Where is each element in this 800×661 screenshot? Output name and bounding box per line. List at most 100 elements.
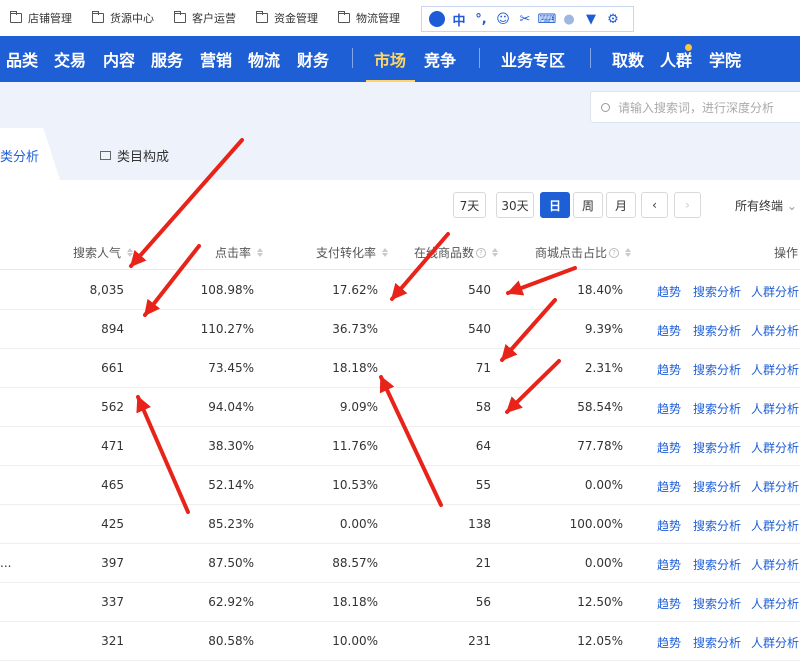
tab-category-analysis[interactable]: 类分析 [0, 146, 39, 165]
search-analysis-link[interactable]: 搜索分析 [693, 634, 741, 651]
search-analysis-link[interactable]: 搜索分析 [693, 322, 741, 339]
ime-punct-toggle[interactable]: °, [470, 9, 492, 29]
crowd-analysis-link[interactable]: 人群分析 [751, 517, 799, 534]
cell-online-products: 56 [475, 595, 491, 609]
cell-ctr: 108.98% [200, 283, 254, 297]
range-month-button[interactable]: 月 [606, 192, 636, 218]
gear-icon[interactable]: ⚙ [602, 9, 624, 29]
prev-period-button[interactable]: ‹ [641, 192, 668, 218]
nav-item-competition[interactable]: 竞争 [424, 47, 456, 71]
sort-icon[interactable] [492, 248, 499, 257]
trend-link[interactable]: 趋势 [657, 439, 681, 456]
top-bar: 店铺管理 货源中心 客户运营 资金管理 物流管理 中 °, ☺ ✂ ⌨ ● ▼ … [0, 0, 800, 36]
nav-item-academy[interactable]: 学院 [709, 47, 741, 71]
nav-item-content[interactable]: 内容 [103, 47, 135, 71]
nav-item-finance[interactable]: 财务 [297, 47, 329, 71]
nav-item-logistics[interactable]: 物流 [248, 47, 280, 71]
range-30-days-button[interactable]: 30天 [496, 192, 534, 218]
cell-ctr: 52.14% [208, 478, 254, 492]
col-conversion[interactable]: 支付转化率 [316, 244, 389, 261]
table-row: 465 52.14% 10.53% 55 0.00% 趋势 搜索分析 人群分析 [0, 466, 800, 505]
crowd-analysis-link[interactable]: 人群分析 [751, 322, 799, 339]
sort-icon[interactable] [257, 248, 264, 257]
user-icon[interactable]: ● [558, 9, 580, 29]
notification-dot [685, 44, 692, 51]
topbar-item-logistics[interactable]: 物流管理 [338, 10, 400, 26]
col-online-products[interactable]: 在线商品数? [414, 244, 499, 261]
help-icon[interactable]: ? [609, 247, 620, 258]
nav-item-trade[interactable]: 交易 [54, 47, 86, 71]
search-analysis-link[interactable]: 搜索分析 [693, 400, 741, 417]
crowd-analysis-link[interactable]: 人群分析 [751, 478, 799, 495]
ime-logo-icon[interactable] [429, 11, 445, 27]
topbar-item-finance[interactable]: 资金管理 [256, 10, 318, 26]
col-ctr[interactable]: 点击率 [215, 244, 264, 261]
cell-mall-click-share: 12.05% [577, 634, 623, 648]
nav-item-business-zone[interactable]: 业务专区 [501, 47, 565, 71]
cell-mall-click-share: 9.39% [584, 322, 623, 336]
ime-lang-toggle[interactable]: 中 [448, 9, 470, 29]
search-analysis-link[interactable]: 搜索分析 [693, 361, 741, 378]
cell-ctr: 80.58% [208, 634, 254, 648]
scissors-icon[interactable]: ✂ [514, 9, 536, 29]
nav-item-service[interactable]: 服务 [151, 47, 183, 71]
col-mall-click-share[interactable]: 商城点击占比? [535, 244, 632, 261]
trend-link[interactable]: 趋势 [657, 556, 681, 573]
table-header: 搜索人气 点击率 支付转化率 在线商品数? 商城点击占比? 操作 [0, 232, 800, 270]
nav-item-market[interactable]: 市场 [374, 47, 406, 71]
cell-search-popularity: 8,035 [89, 283, 124, 297]
range-week-button[interactable]: 周 [573, 192, 603, 218]
crowd-analysis-link[interactable]: 人群分析 [751, 439, 799, 456]
search-analysis-link[interactable]: 搜索分析 [693, 478, 741, 495]
table-row: ... 397 87.50% 88.57% 21 0.00% 趋势 搜索分析 人群分析 [0, 544, 800, 583]
search-analysis-link[interactable]: 搜索分析 [693, 517, 741, 534]
col-search-popularity[interactable]: 搜索人气 [73, 244, 134, 261]
trend-link[interactable]: 趋势 [657, 634, 681, 651]
search-analysis-link[interactable]: 搜索分析 [693, 595, 741, 612]
device-select[interactable]: 所有终端 ⌄ [735, 197, 797, 214]
search-analysis-link[interactable]: 搜索分析 [693, 556, 741, 573]
emoji-icon[interactable]: ☺ [492, 9, 514, 29]
crowd-analysis-link[interactable]: 人群分析 [751, 283, 799, 300]
nav-item-category[interactable]: 品类 [6, 47, 38, 71]
chevron-down-icon: ⌄ [786, 199, 797, 213]
search-input[interactable]: 请输入搜索词，进行深度分析 [590, 91, 800, 123]
trend-link[interactable]: 趋势 [657, 400, 681, 417]
trend-link[interactable]: 趋势 [657, 517, 681, 534]
crowd-analysis-link[interactable]: 人群分析 [751, 400, 799, 417]
sort-icon[interactable] [127, 248, 134, 257]
range-7-days-button[interactable]: 7天 [453, 192, 486, 218]
sort-icon[interactable] [382, 248, 389, 257]
shirt-icon[interactable]: ▼ [580, 9, 602, 29]
keyboard-icon[interactable]: ⌨ [536, 9, 558, 29]
cell-conversion: 10.53% [332, 478, 378, 492]
folder-icon [92, 11, 104, 23]
search-analysis-link[interactable]: 搜索分析 [693, 283, 741, 300]
topbar-item-store[interactable]: 店铺管理 [10, 10, 72, 26]
trend-link[interactable]: 趋势 [657, 361, 681, 378]
nav-item-data[interactable]: 取数 [612, 47, 644, 71]
cell-ctr: 85.23% [208, 517, 254, 531]
crowd-analysis-link[interactable]: 人群分析 [751, 361, 799, 378]
help-icon[interactable]: ? [476, 247, 487, 258]
table-row: 8,035 108.98% 17.62% 540 18.40% 趋势 搜索分析 人群分析 [0, 271, 800, 310]
table-row: 894 110.27% 36.73% 540 9.39% 趋势 搜索分析 人群分析 [0, 310, 800, 349]
search-placeholder: 请输入搜索词，进行深度分析 [618, 100, 775, 115]
cell-mall-click-share: 100.00% [569, 517, 623, 531]
nav-item-marketing[interactable]: 营销 [200, 47, 232, 71]
crowd-analysis-link[interactable]: 人群分析 [751, 595, 799, 612]
crowd-analysis-link[interactable]: 人群分析 [751, 556, 799, 573]
tab-category-composition[interactable]: 类目构成 [100, 146, 169, 165]
trend-link[interactable]: 趋势 [657, 478, 681, 495]
topbar-item-source[interactable]: 货源中心 [92, 10, 154, 26]
trend-link[interactable]: 趋势 [657, 283, 681, 300]
table-row: 562 94.04% 9.09% 58 58.54% 趋势 搜索分析 人群分析 [0, 388, 800, 427]
search-analysis-link[interactable]: 搜索分析 [693, 439, 741, 456]
sort-icon[interactable] [625, 248, 632, 257]
topbar-item-customer[interactable]: 客户运营 [174, 10, 236, 26]
next-period-button[interactable]: › [674, 192, 701, 218]
range-day-button[interactable]: 日 [540, 192, 570, 218]
crowd-analysis-link[interactable]: 人群分析 [751, 634, 799, 651]
trend-link[interactable]: 趋势 [657, 322, 681, 339]
trend-link[interactable]: 趋势 [657, 595, 681, 612]
